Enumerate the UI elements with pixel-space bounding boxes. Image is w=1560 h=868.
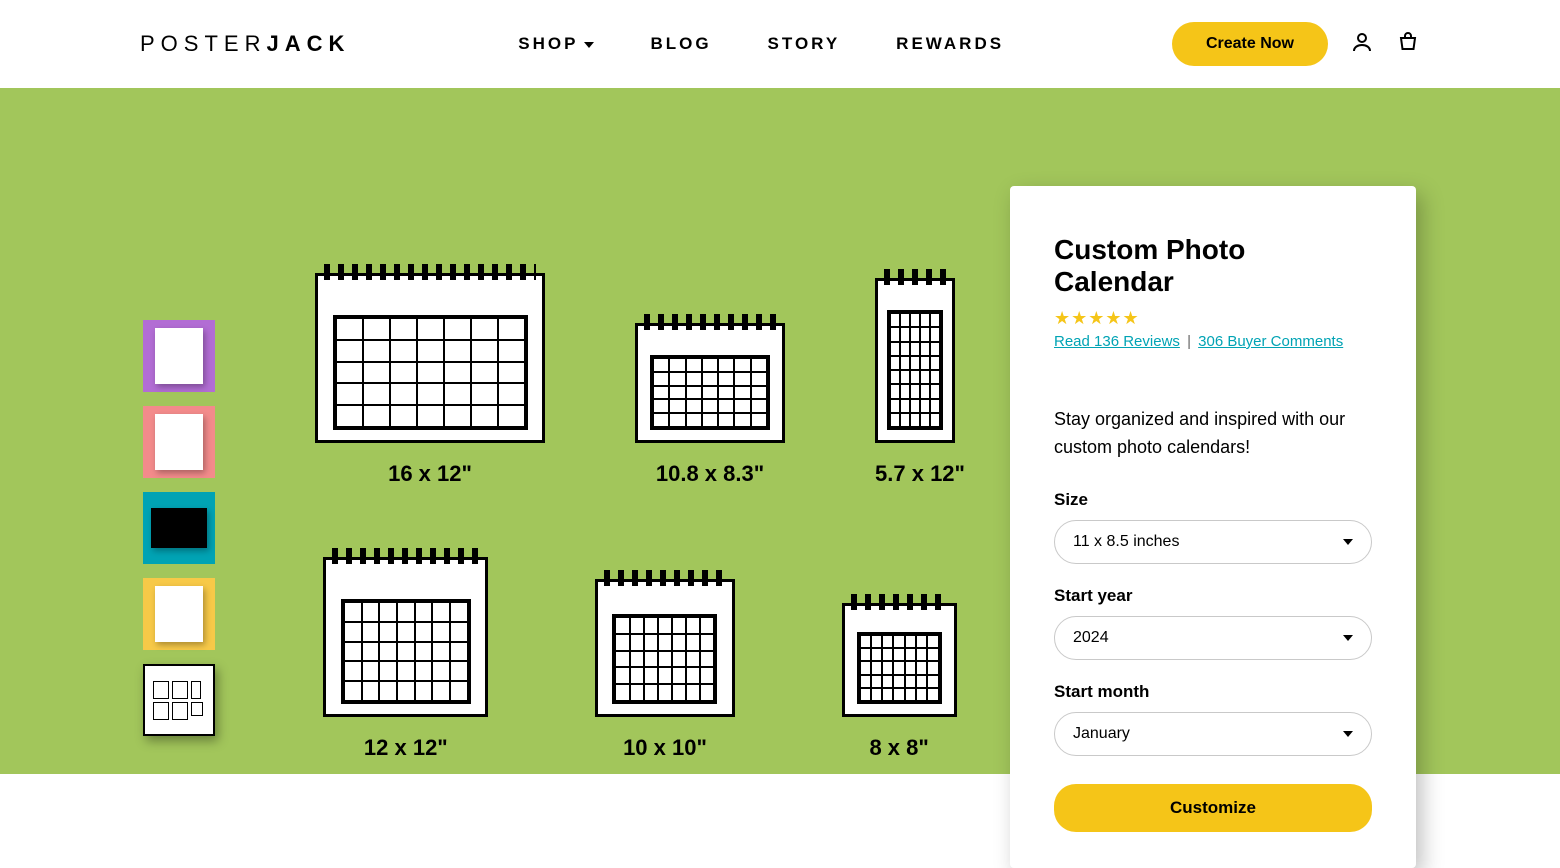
main-nav: SHOP BLOG STORY REWARDS	[350, 34, 1172, 54]
size-5p7x12: 5.7 x 12"	[875, 278, 965, 487]
nav-shop-label: SHOP	[518, 34, 578, 54]
product-title: Custom Photo Calendar	[1054, 234, 1372, 298]
logo-thin: POSTER	[140, 31, 266, 56]
sizes-illustration: 16 x 12" 10.8 x 8.3"	[300, 273, 980, 761]
comments-link[interactable]: 306 Buyer Comments	[1198, 333, 1343, 350]
customize-button[interactable]: Customize	[1054, 784, 1372, 832]
size-12x12: 12 x 12"	[323, 557, 488, 761]
header-actions: Create Now	[1172, 22, 1420, 66]
product-main: 16 x 12" 10.8 x 8.3"	[0, 88, 1560, 774]
size-label: 8 x 8"	[842, 735, 957, 761]
thumbnail-list	[143, 320, 215, 736]
nav-rewards[interactable]: REWARDS	[896, 34, 1004, 54]
thumbnail-4[interactable]	[143, 578, 215, 650]
size-select[interactable]: 11 x 8.5 inches	[1054, 520, 1372, 564]
size-16x12: 16 x 12"	[315, 273, 545, 487]
nav-story[interactable]: STORY	[768, 34, 841, 54]
size-label: 5.7 x 12"	[875, 461, 965, 487]
logo-bold: JACK	[266, 31, 350, 56]
thumbnail-5[interactable]	[143, 664, 215, 736]
year-field-label: Start year	[1054, 586, 1372, 606]
nav-shop[interactable]: SHOP	[518, 34, 594, 54]
size-8x8: 8 x 8"	[842, 603, 957, 761]
year-select-value: 2024	[1073, 629, 1109, 647]
size-label: 10.8 x 8.3"	[635, 461, 785, 487]
year-select[interactable]: 2024	[1054, 616, 1372, 660]
account-icon[interactable]	[1350, 30, 1374, 59]
review-links: Read 136 Reviews | 306 Buyer Comments	[1054, 333, 1372, 350]
thumbnail-2[interactable]	[143, 406, 215, 478]
product-description: Stay organized and inspired with our cus…	[1054, 406, 1372, 462]
size-select-value: 11 x 8.5 inches	[1073, 533, 1179, 551]
thumbnail-1[interactable]	[143, 320, 215, 392]
cart-icon[interactable]	[1396, 30, 1420, 59]
size-field-label: Size	[1054, 490, 1372, 510]
size-10p8x8p3: 10.8 x 8.3"	[635, 323, 785, 487]
create-now-button[interactable]: Create Now	[1172, 22, 1328, 66]
size-label: 10 x 10"	[595, 735, 735, 761]
site-header: POSTERJACK SHOP BLOG STORY REWARDS Creat…	[0, 0, 1560, 88]
chevron-down-icon	[1343, 539, 1353, 545]
star-rating: ★★★★★	[1054, 308, 1372, 329]
reviews-link[interactable]: Read 136 Reviews	[1054, 333, 1180, 350]
month-select[interactable]: January	[1054, 712, 1372, 756]
chevron-down-icon	[584, 42, 594, 48]
chevron-down-icon	[1343, 635, 1353, 641]
thumbnail-3[interactable]	[143, 492, 215, 564]
size-label: 12 x 12"	[323, 735, 488, 761]
product-panel: Custom Photo Calendar ★★★★★ Read 136 Rev…	[1010, 186, 1416, 868]
month-select-value: January	[1073, 725, 1130, 743]
size-label: 16 x 12"	[315, 461, 545, 487]
chevron-down-icon	[1343, 731, 1353, 737]
size-10x10: 10 x 10"	[595, 579, 735, 761]
nav-blog[interactable]: BLOG	[650, 34, 711, 54]
logo[interactable]: POSTERJACK	[140, 31, 350, 57]
month-field-label: Start month	[1054, 682, 1372, 702]
